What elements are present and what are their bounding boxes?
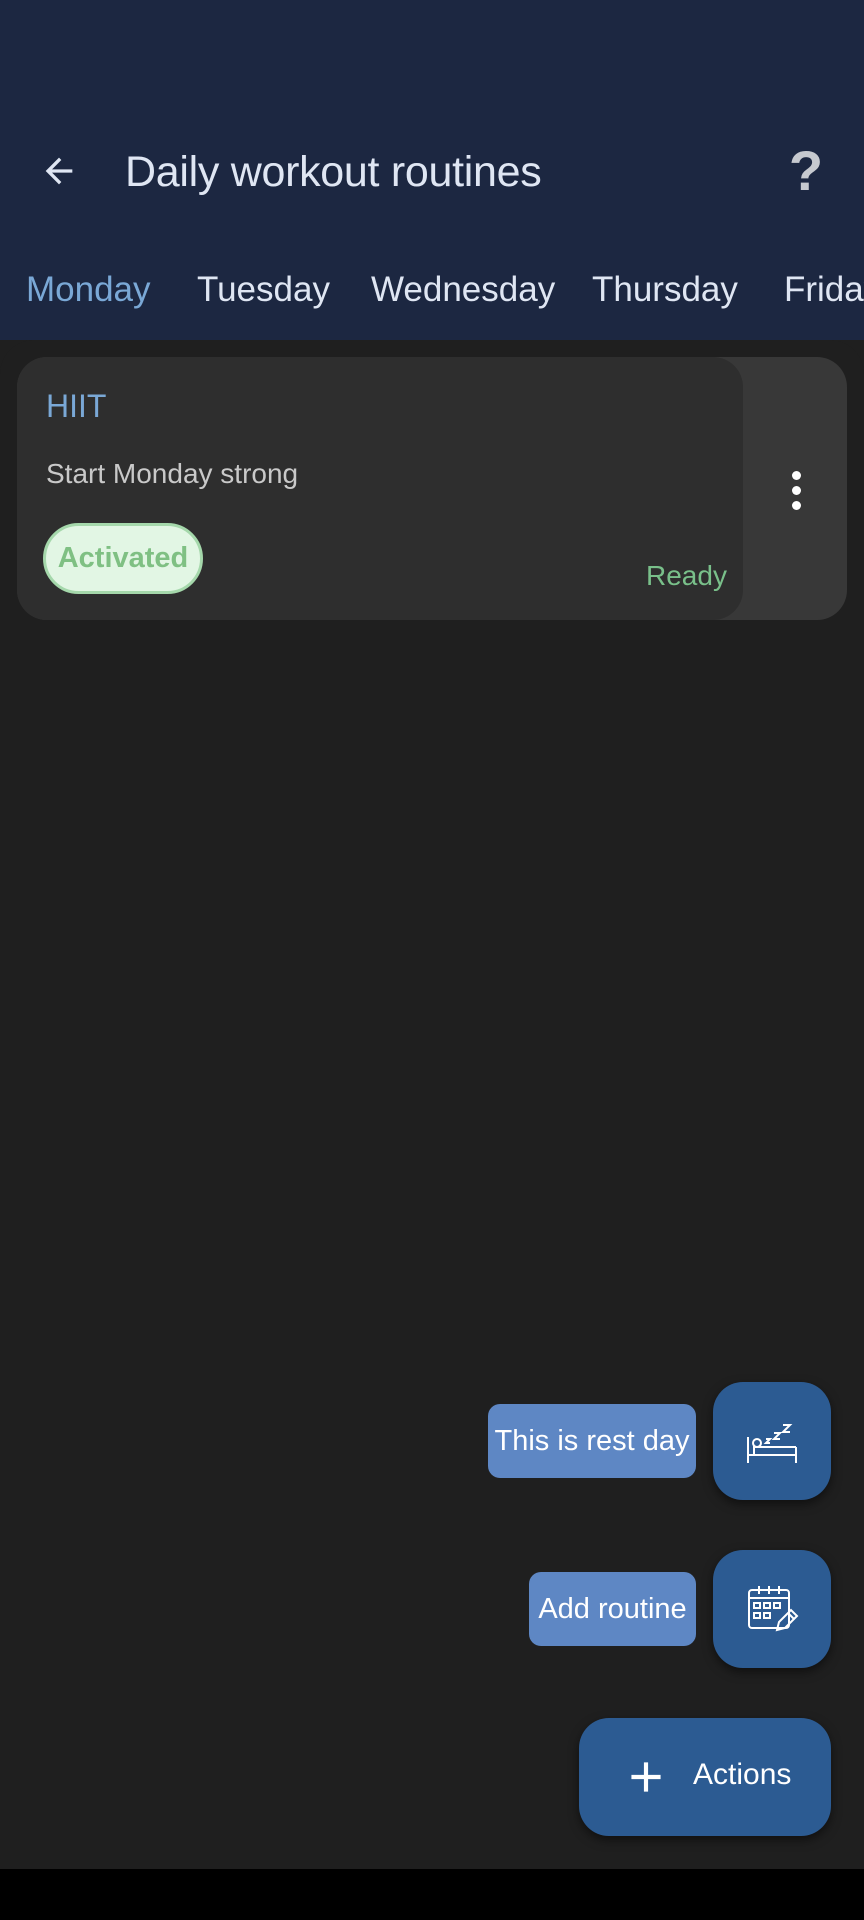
day-tabs: Monday Tuesday Wednesday Thursday Friday — [0, 262, 864, 322]
bed-sleep-icon — [747, 1424, 797, 1463]
dot — [791, 470, 801, 480]
arrow-left-icon — [45, 157, 73, 185]
app-bar: Daily workout routines ? Monday Tuesday … — [0, 0, 864, 340]
plus-icon — [631, 1762, 661, 1792]
add-routine-button[interactable] — [713, 1550, 831, 1668]
routine-description: Start Monday strong — [46, 458, 299, 489]
tab-wednesday[interactable]: Wednesday — [371, 270, 555, 310]
tab-monday[interactable]: Monday — [26, 270, 151, 310]
status-label: Ready — [646, 560, 727, 591]
rest-day-button[interactable] — [713, 1382, 831, 1500]
actions-button[interactable]: Actions — [579, 1718, 831, 1836]
more-vert-icon[interactable] — [772, 462, 820, 518]
tab-tuesday[interactable]: Tuesday — [197, 270, 330, 310]
rest-day-label[interactable]: This is rest day — [488, 1404, 696, 1478]
screen: Daily workout routines ? Monday Tuesday … — [0, 0, 864, 1869]
tab-friday[interactable]: Friday — [784, 270, 864, 310]
help-button[interactable]: ? — [776, 138, 836, 202]
back-button[interactable] — [30, 142, 88, 200]
actions-label: Actions — [693, 1758, 792, 1791]
calendar-edit-icon — [748, 1586, 799, 1632]
add-routine-label[interactable]: Add routine — [529, 1572, 696, 1646]
page-title: Daily workout routines — [125, 148, 542, 196]
activated-badge[interactable]: Activated — [43, 523, 203, 594]
dot — [791, 485, 801, 495]
routine-title: HIIT — [46, 388, 107, 424]
tab-thursday[interactable]: Thursday — [592, 270, 738, 310]
dot — [791, 500, 801, 510]
